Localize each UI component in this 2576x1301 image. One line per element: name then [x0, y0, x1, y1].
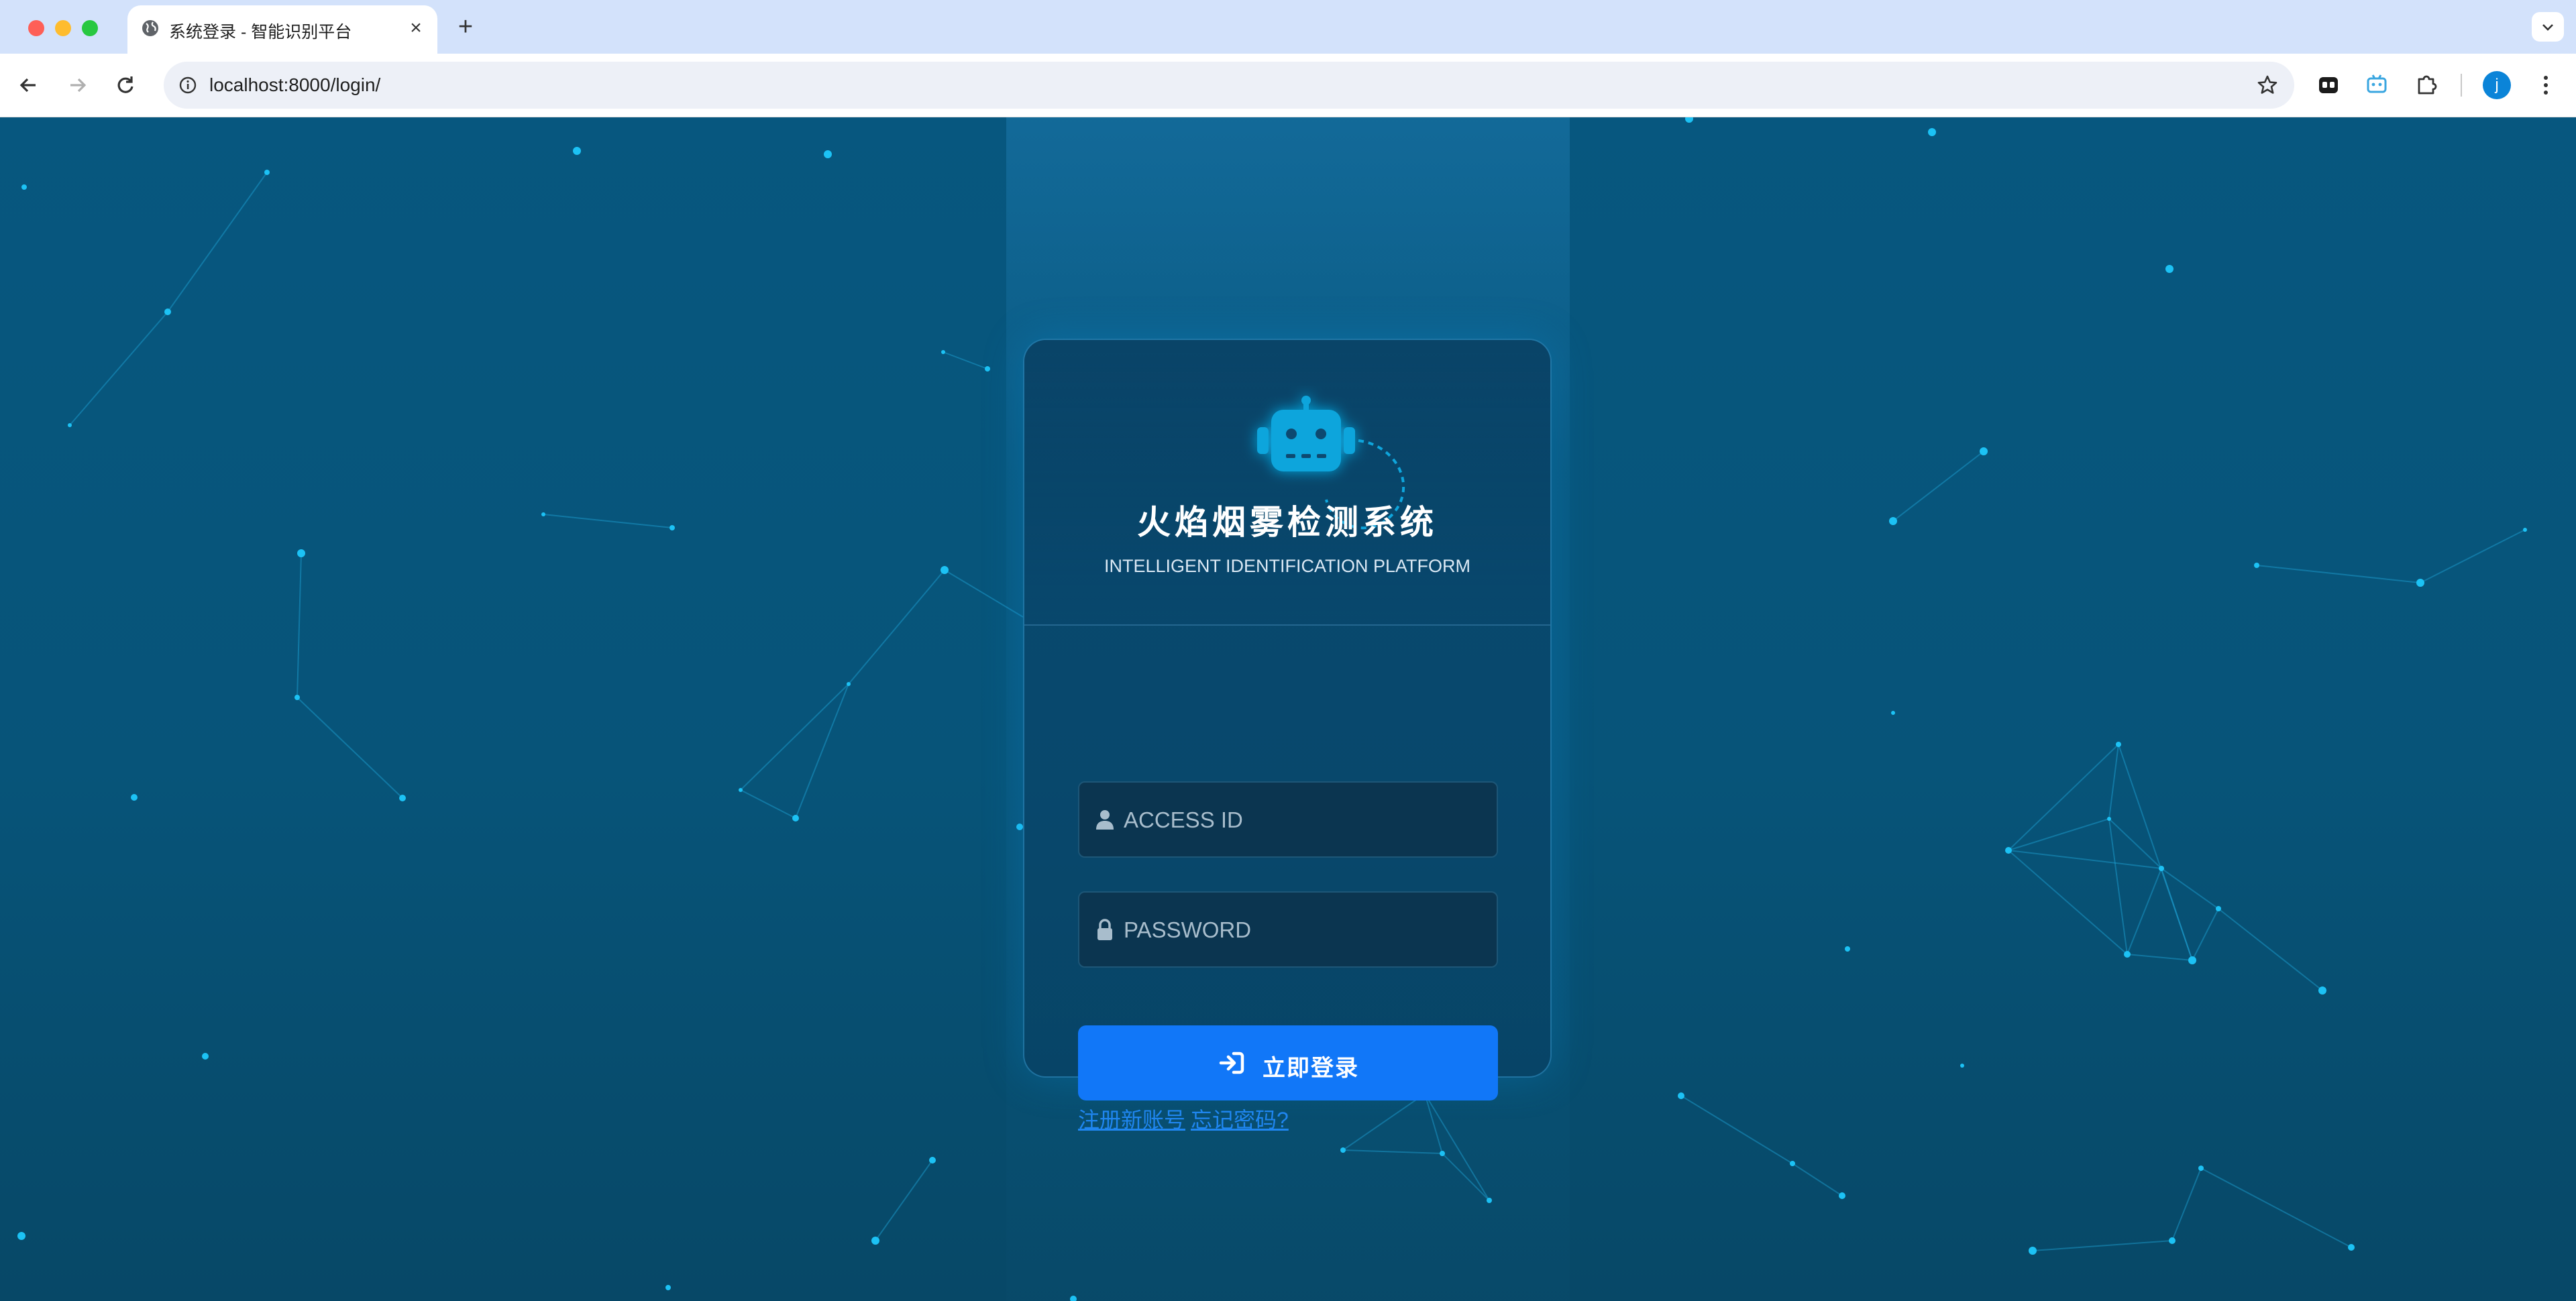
- tab-title: 系统登录 - 智能识别平台: [169, 23, 352, 42]
- window-minimize-button[interactable]: [55, 20, 71, 36]
- robot-extension-icon[interactable]: [2361, 70, 2392, 101]
- chevron-down-icon: [2542, 24, 2553, 31]
- browser-tab-active[interactable]: 系统登录 - 智能识别平台 ×: [127, 5, 437, 54]
- window-close-button[interactable]: [28, 20, 44, 36]
- page-subtitle: INTELLIGENT IDENTIFICATION PLATFORM: [1104, 556, 1471, 576]
- page-title: 火焰烟雾检测系统: [1137, 504, 1438, 541]
- register-link[interactable]: 注册新账号: [1078, 1108, 1185, 1132]
- new-tab-button[interactable]: +: [451, 12, 480, 42]
- forward-icon[interactable]: [62, 70, 93, 101]
- browser-toolbar: localhost:8000/login/ j: [0, 54, 2576, 117]
- forgot-password-link[interactable]: 忘记密码?: [1191, 1108, 1289, 1132]
- kebab-icon[interactable]: [2530, 70, 2561, 101]
- password-input[interactable]: [1122, 893, 1487, 968]
- star-icon[interactable]: [2255, 73, 2279, 97]
- lock-icon: [1097, 919, 1112, 940]
- toolbar-separator: [2461, 74, 2462, 97]
- user-icon: [1096, 810, 1114, 830]
- address-bar[interactable]: localhost:8000/login/: [164, 62, 2294, 109]
- auth-links: 注册新账号 忘记密码?: [1078, 1103, 1294, 1134]
- reload-icon[interactable]: [110, 70, 141, 101]
- sign-in-icon: [1219, 1052, 1244, 1074]
- url-text[interactable]: localhost:8000/login/: [209, 74, 380, 96]
- window-maximize-button[interactable]: [82, 20, 98, 36]
- profile-avatar[interactable]: j: [2483, 71, 2511, 99]
- login-card-header: 火焰烟雾检测系统 INTELLIGENT IDENTIFICATION PLAT…: [1024, 340, 1550, 626]
- login-button[interactable]: 立即登录: [1078, 1025, 1498, 1100]
- login-button-label: 立即登录: [1263, 1056, 1359, 1081]
- tab-search-button[interactable]: [2532, 12, 2564, 42]
- password-field[interactable]: [1078, 891, 1498, 968]
- login-page: 火焰烟雾检测系统 INTELLIGENT IDENTIFICATION PLAT…: [0, 117, 2576, 1301]
- back-icon[interactable]: [13, 70, 44, 101]
- browser-tab-bar: 系统登录 - 智能识别平台 × +: [0, 0, 2576, 54]
- username-input[interactable]: [1122, 783, 1487, 858]
- puzzle-icon[interactable]: [2411, 70, 2442, 101]
- login-card: 火焰烟雾检测系统 INTELLIGENT IDENTIFICATION PLAT…: [1023, 339, 1552, 1132]
- info-icon[interactable]: [177, 74, 199, 96]
- globe-icon: [142, 20, 158, 36]
- username-field[interactable]: [1078, 781, 1498, 858]
- tab-close-icon[interactable]: ×: [404, 16, 428, 40]
- extension-icon[interactable]: [2313, 70, 2344, 101]
